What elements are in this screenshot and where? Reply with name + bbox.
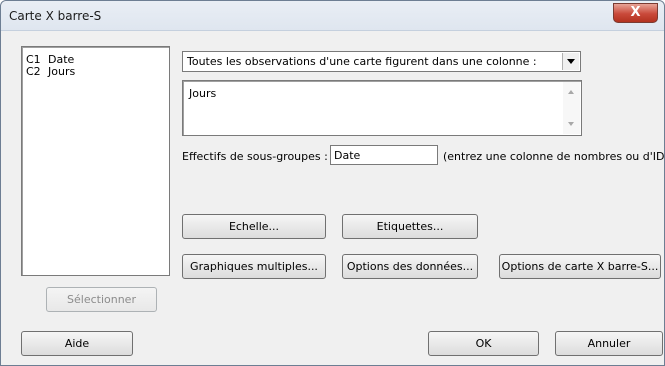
data-layout-dropdown[interactable]: Toutes les observations d'une carte figu… xyxy=(182,51,581,72)
chart-options-button[interactable]: Options de carte X barre-S... xyxy=(499,254,661,279)
dialog-window: Carte X barre-S X C1 Date C2 Jours Sélecti… xyxy=(0,0,665,366)
scroll-up-icon[interactable] xyxy=(568,90,574,94)
ok-button[interactable]: OK xyxy=(428,331,539,356)
window-title: Carte X barre-S xyxy=(9,9,102,23)
list-item[interactable]: C2 Jours xyxy=(26,65,75,78)
subgroup-label: Effectifs de sous-groupes : xyxy=(182,150,328,163)
labels-button[interactable]: Etiquettes... xyxy=(342,214,478,239)
cancel-button[interactable]: Annuler xyxy=(555,331,663,356)
close-button[interactable]: X xyxy=(613,3,658,23)
column-list[interactable]: C1 Date C2 Jours xyxy=(21,46,170,276)
scroll-down-icon[interactable] xyxy=(568,122,574,126)
close-icon: X xyxy=(630,5,641,20)
dropdown-value: Toutes les observations d'une carte figu… xyxy=(187,55,537,68)
subgroup-hint: (entrez une colonne de nombres ou d'ID) xyxy=(443,150,665,163)
select-button[interactable]: Sélectionner xyxy=(46,287,157,312)
title-bar: Carte X barre-S X xyxy=(1,1,664,31)
chevron-down-icon[interactable] xyxy=(562,53,579,70)
help-button[interactable]: Aide xyxy=(21,331,133,356)
data-options-button[interactable]: Options des données... xyxy=(342,254,478,279)
variables-textarea[interactable]: Jours xyxy=(182,80,582,136)
column-name: Jours xyxy=(48,65,76,78)
subgroup-input[interactable] xyxy=(330,145,438,165)
scale-button[interactable]: Echelle... xyxy=(182,214,326,239)
column-id: C2 xyxy=(26,65,41,78)
vertical-scrollbar[interactable] xyxy=(563,82,580,134)
variables-value: Jours xyxy=(189,87,217,100)
multiple-graphs-button[interactable]: Graphiques multiples... xyxy=(182,254,326,279)
